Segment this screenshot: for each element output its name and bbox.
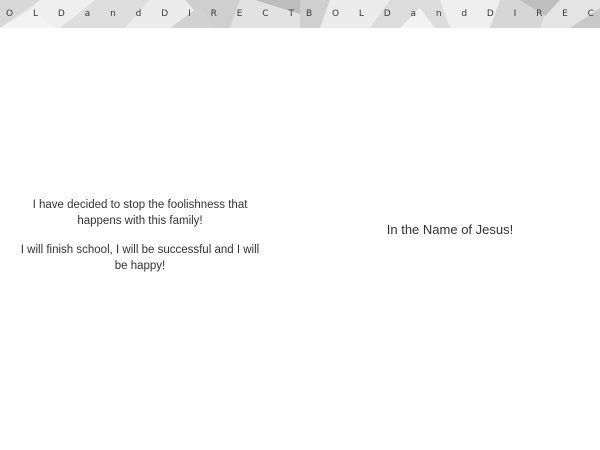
left-banner: O L D a n d D I R E C T [0,0,300,28]
banner-letter: T [288,9,294,19]
banner-letter: D [161,9,169,19]
banner-letter: R [210,9,217,19]
right-banner: B O L D a n d D I R E C [300,0,600,28]
left-message: I have decided to stop the foolishness t… [18,197,262,287]
message-paragraph-2: I will finish school, I will be successf… [20,244,260,272]
banner-letter: a [410,9,416,19]
banner-letter: E [562,9,568,19]
left-banner-lettering: O L D a n d D I R E C T [0,0,300,28]
banner-letter: C [262,9,269,19]
right-banner-lettering: B O L D a n d D I R E C [300,0,600,28]
left-page: O L D a n d D I R E C T I have decided t… [0,0,300,450]
message-paragraph-1: I have decided to stop the foolishness t… [32,199,248,227]
right-message: In the Name of Jesus! [386,222,514,237]
banner-letter: a [84,9,91,19]
banner-letter: n [435,9,442,19]
banner-letter: O [332,9,340,19]
banner-letter: C [587,9,594,19]
banner-letter: n [110,9,116,19]
banner-letter: L [32,9,38,19]
banner-letter: O [6,9,14,19]
banner-letter: L [358,9,364,19]
banner-letter: I [513,9,517,19]
banner-letter: B [306,9,313,19]
banner-letter: R [536,9,543,19]
card-spread: O L D a n d D I R E C T I have decided t… [0,0,600,450]
banner-letter: D [486,9,494,19]
banner-letter: I [188,9,191,19]
banner-letter: D [57,9,65,19]
banner-letter: d [135,9,142,19]
banner-letter: D [383,9,391,19]
banner-letter: E [236,9,243,19]
banner-letter: d [461,9,468,19]
